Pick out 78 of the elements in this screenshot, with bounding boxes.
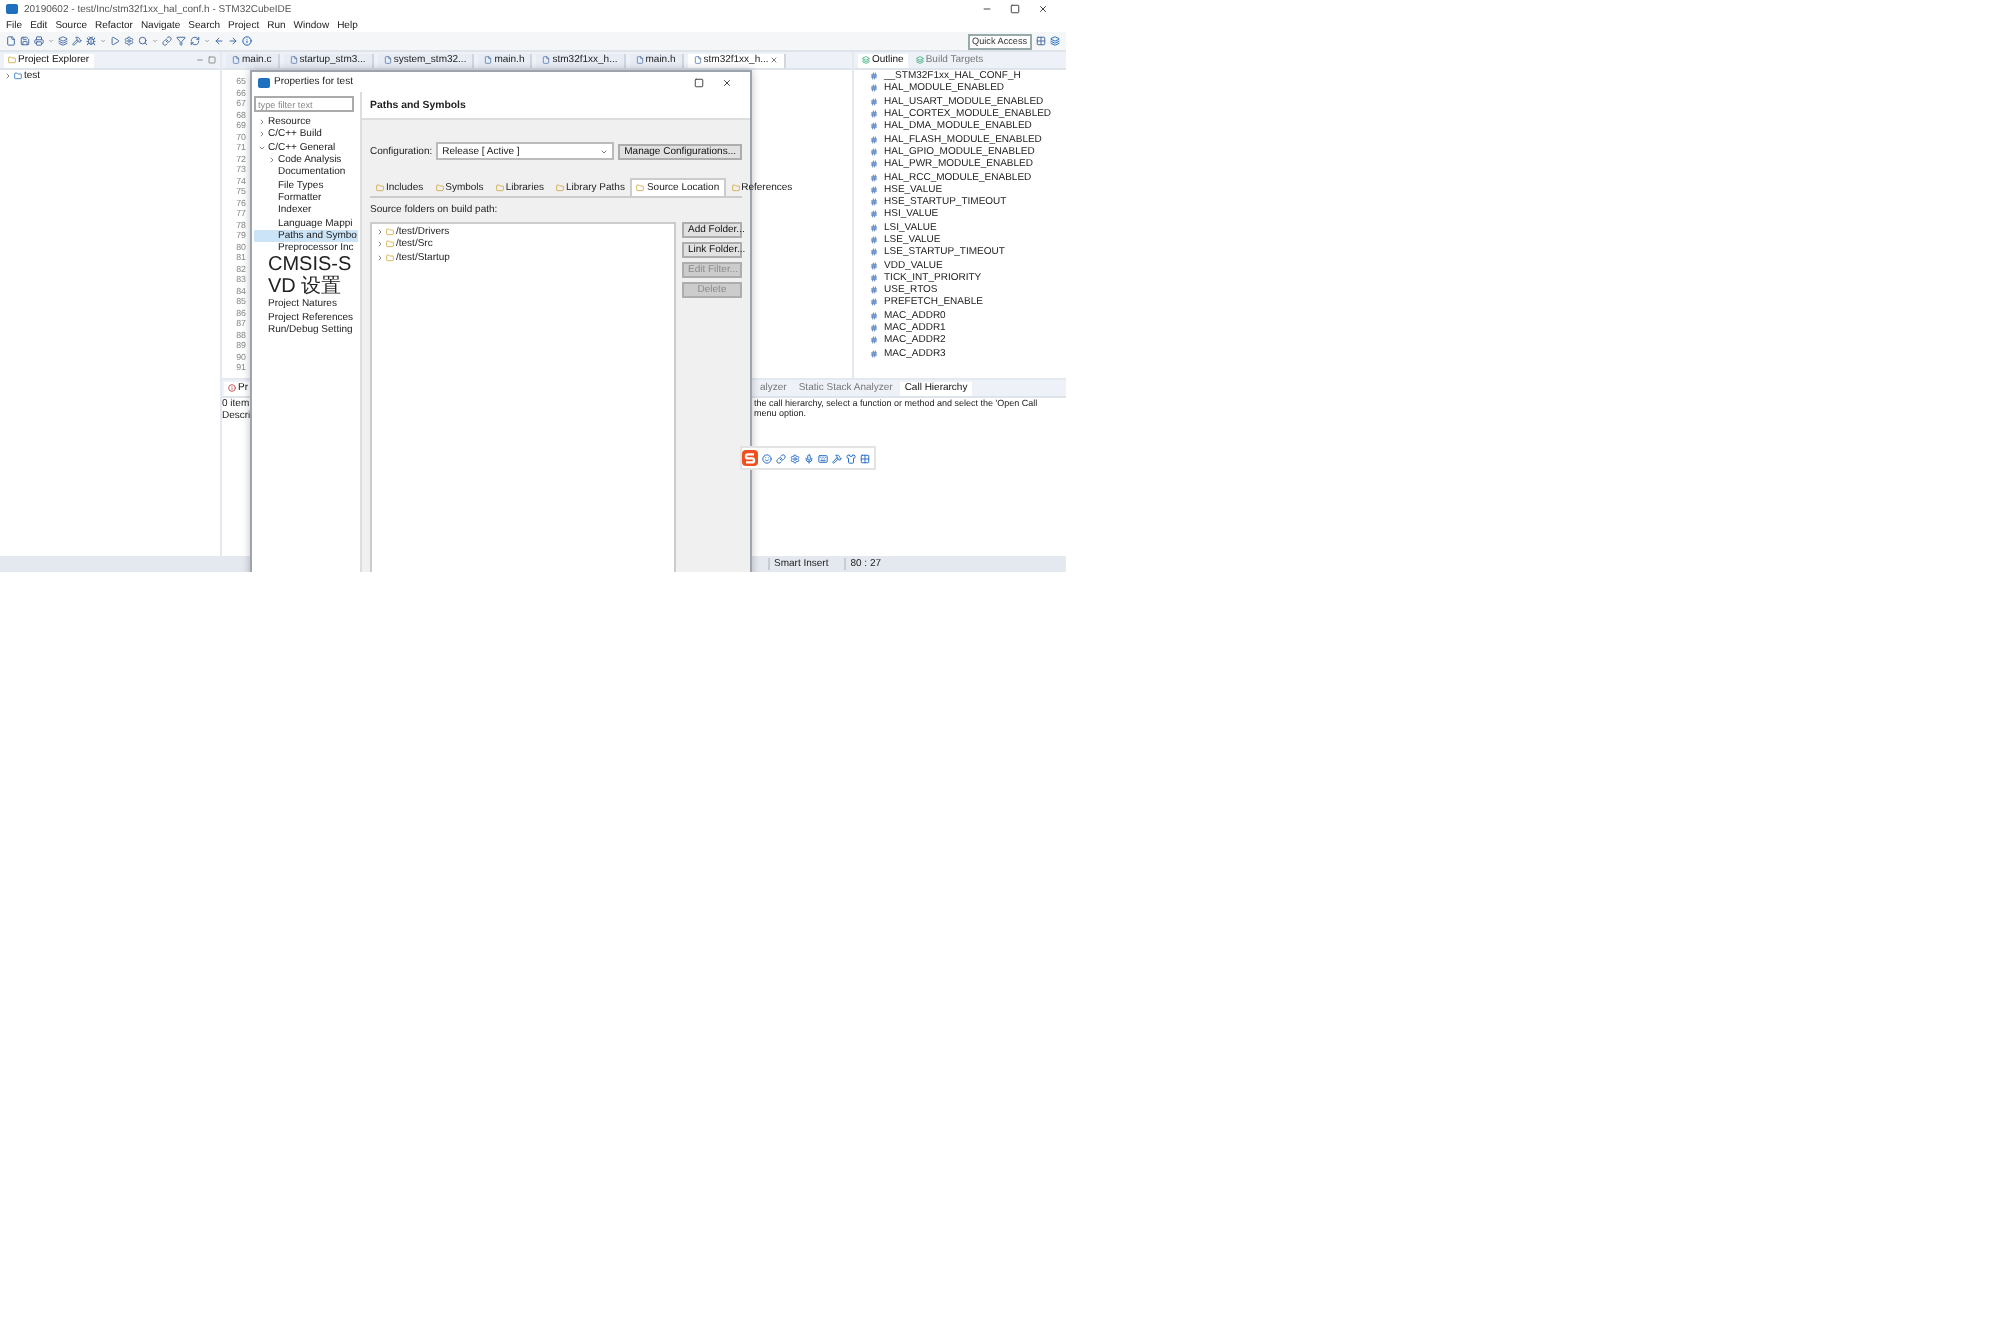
hash-icon	[870, 173, 878, 182]
hash-icon	[870, 286, 878, 295]
minimize-icon	[196, 56, 204, 64]
hash-icon	[870, 336, 878, 345]
hash-icon	[870, 324, 878, 333]
file-icon	[383, 56, 392, 64]
hash-icon	[870, 273, 878, 282]
ime-tool-icon	[804, 453, 814, 463]
file-icon	[484, 56, 493, 64]
folder-icon	[386, 228, 394, 237]
maximize-icon	[208, 56, 216, 64]
tab-icon	[495, 184, 504, 192]
ime-tool-icon	[860, 453, 870, 463]
ime-tool-icon	[832, 453, 842, 463]
toolbar-icon	[72, 36, 82, 46]
view-icon	[862, 56, 870, 64]
ime-tool-icon	[790, 453, 800, 463]
perspective-icon	[1050, 36, 1060, 46]
project-icon	[14, 72, 22, 81]
hash-icon	[870, 261, 878, 270]
hash-icon	[870, 97, 878, 106]
tree-item[interactable]: CMSIS-SVD 设置	[254, 254, 358, 299]
hash-icon	[870, 198, 878, 207]
app-logo-icon	[258, 77, 270, 87]
toolbar-icon	[58, 36, 68, 46]
tab-icon	[435, 184, 444, 192]
toolbar-icon	[124, 36, 134, 46]
maximize-icon	[694, 77, 704, 87]
hash-icon	[870, 122, 878, 131]
info-icon	[242, 36, 252, 46]
ime-tool-icon	[818, 453, 828, 463]
file-icon	[693, 56, 702, 64]
file-icon	[542, 56, 551, 64]
folder-icon	[386, 240, 394, 249]
ime-tool-icon	[762, 453, 772, 463]
ime-tool-icon	[776, 453, 786, 463]
ime-logo-icon[interactable]	[742, 450, 758, 466]
folder-icon	[386, 253, 394, 262]
hash-icon	[870, 210, 878, 219]
toolbar-icon	[214, 36, 224, 46]
file-icon	[635, 56, 644, 64]
hash-icon	[870, 110, 878, 119]
toolbar-icon	[228, 36, 238, 46]
hash-icon	[870, 248, 878, 257]
tab-icon	[636, 184, 645, 192]
toolbar-icon	[6, 36, 16, 46]
tab-icon	[731, 184, 740, 192]
toolbar-icon	[190, 36, 200, 46]
file-icon	[289, 56, 298, 64]
hash-icon	[870, 160, 878, 169]
folder-icon	[8, 56, 16, 64]
maximize-icon	[1010, 4, 1020, 14]
hash-icon	[870, 311, 878, 320]
minimize-icon	[982, 4, 992, 14]
hash-icon	[870, 147, 878, 156]
toolbar-icon	[110, 36, 120, 46]
hash-icon	[870, 135, 878, 144]
hash-icon	[870, 298, 878, 307]
hash-icon	[870, 72, 878, 81]
hash-icon	[870, 349, 878, 358]
view-icon	[915, 56, 924, 64]
toolbar-icon	[162, 36, 172, 46]
hash-icon	[870, 84, 878, 93]
hash-icon	[870, 185, 878, 194]
toolbar-icon	[138, 36, 148, 46]
toolbar-icon	[86, 36, 96, 46]
toolbar-icon	[34, 36, 44, 46]
tab-icon	[556, 184, 564, 192]
file-icon	[232, 56, 240, 64]
ime-tool-icon	[846, 453, 856, 463]
perspective-icon	[1036, 36, 1046, 46]
app-logo-icon	[6, 4, 18, 14]
toolbar-icon	[176, 36, 186, 46]
hash-icon	[870, 223, 878, 232]
toolbar-icon	[20, 36, 30, 46]
tab-icon	[376, 184, 384, 192]
problems-icon	[228, 384, 236, 392]
hash-icon	[870, 236, 878, 244]
